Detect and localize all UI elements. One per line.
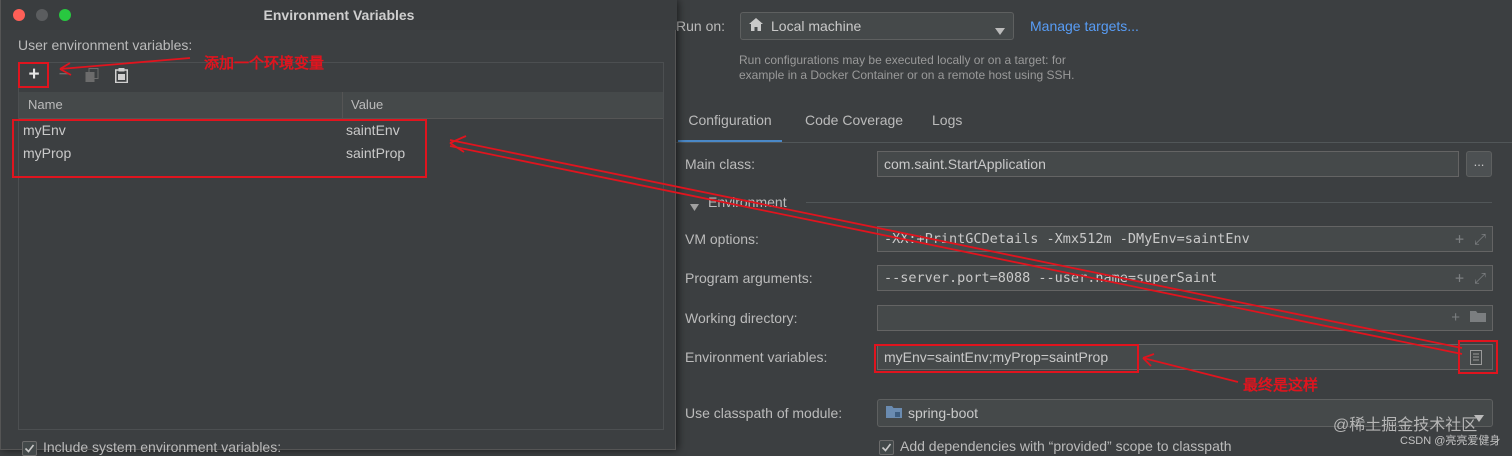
table-row[interactable]: myProp saintProp [19,143,663,165]
triangle-down-icon[interactable] [690,198,699,214]
manage-targets-link[interactable]: Manage targets... [1030,18,1139,34]
run-on-label: Run on: [676,18,726,34]
row-value-cell[interactable]: saintProp [346,145,405,161]
browse-main-class-button[interactable]: ... [1466,151,1492,177]
plus-icon[interactable]: + [1455,230,1464,248]
user-env-vars-label: User environment variables: [18,37,193,53]
expand-icon[interactable]: ⤢ [1474,230,1486,248]
dialog-title: Environment Variables [263,7,415,23]
include-system-vars-label: Include system environment variables: [43,439,282,455]
vm-options-label: VM options: [685,231,759,247]
watermark-csdn: CSDN @亮亮爱健身 [1400,435,1501,447]
home-icon [749,18,763,34]
row-name-cell[interactable]: myEnv [23,122,66,138]
provided-scope-label: Add dependencies with “provided” scope t… [900,438,1232,454]
run-on-hint-line2: example in a Docker Container or on a re… [739,68,1075,82]
classpath-module-label: Use classpath of module: [685,405,843,421]
tab-divider [660,142,1512,143]
include-system-vars-checkbox[interactable] [22,441,37,456]
run-on-dropdown[interactable]: Local machine [740,12,1014,40]
main-class-input[interactable]: com.saint.StartApplication [877,151,1459,177]
column-separator[interactable] [342,92,343,118]
environment-variables-label: Environment variables: [685,349,828,365]
run-configuration-panel: Run on: Local machine Manage targets... … [660,0,1512,455]
expand-icon[interactable]: ⤢ [1474,269,1486,287]
row-name-cell[interactable]: myProp [23,145,71,161]
provided-scope-checkbox[interactable] [879,440,894,455]
paste-icon[interactable] [109,64,133,86]
add-variable-button[interactable]: + [22,64,46,86]
remove-variable-button[interactable]: − [52,64,76,86]
working-directory-label: Working directory: [685,310,798,326]
table-header: Name Value [19,92,663,119]
chevron-down-icon [995,22,1005,38]
folder-icon[interactable] [1470,309,1486,326]
env-vars-table: + − Name Value myEnv saintEnv myProp sai… [18,62,664,430]
run-on-value: Local machine [771,18,862,34]
annotation-final-note: 最终是这样 [1243,376,1319,394]
main-class-label: Main class: [685,156,756,172]
column-header-value[interactable]: Value [351,97,383,112]
run-on-hint-line1: Run configurations may be executed local… [739,53,1066,67]
working-directory-input[interactable]: + [877,305,1493,331]
module-folder-icon [886,405,902,421]
vm-options-input[interactable]: -XX:+PrintGCDetails -Xmx512m -DMyEnv=sai… [877,226,1493,252]
tab-code-coverage[interactable]: Code Coverage [805,112,903,140]
row-value-cell[interactable]: saintEnv [346,122,400,138]
environment-section-label: Environment [708,194,787,210]
environment-variables-input[interactable]: myEnv=saintEnv;myProp=saintProp [877,344,1493,370]
section-divider [806,202,1492,203]
program-arguments-label: Program arguments: [685,270,813,286]
program-arguments-input[interactable]: --server.port=8088 --user.name=superSain… [877,265,1493,291]
column-header-name[interactable]: Name [28,97,63,112]
dialog-titlebar: Environment Variables [1,0,677,30]
table-row[interactable]: myEnv saintEnv [19,120,663,142]
tab-logs[interactable]: Logs [932,112,962,140]
copy-icon[interactable] [80,64,104,86]
plus-icon[interactable]: + [1455,269,1464,287]
tab-configuration[interactable]: Configuration [678,112,782,143]
plus-icon[interactable]: + [1451,309,1460,326]
document-icon[interactable] [1470,350,1482,368]
annotation-add-note: 添加一个环境变量 [204,54,325,72]
environment-variables-dialog: Environment Variables User environment v… [0,0,677,456]
